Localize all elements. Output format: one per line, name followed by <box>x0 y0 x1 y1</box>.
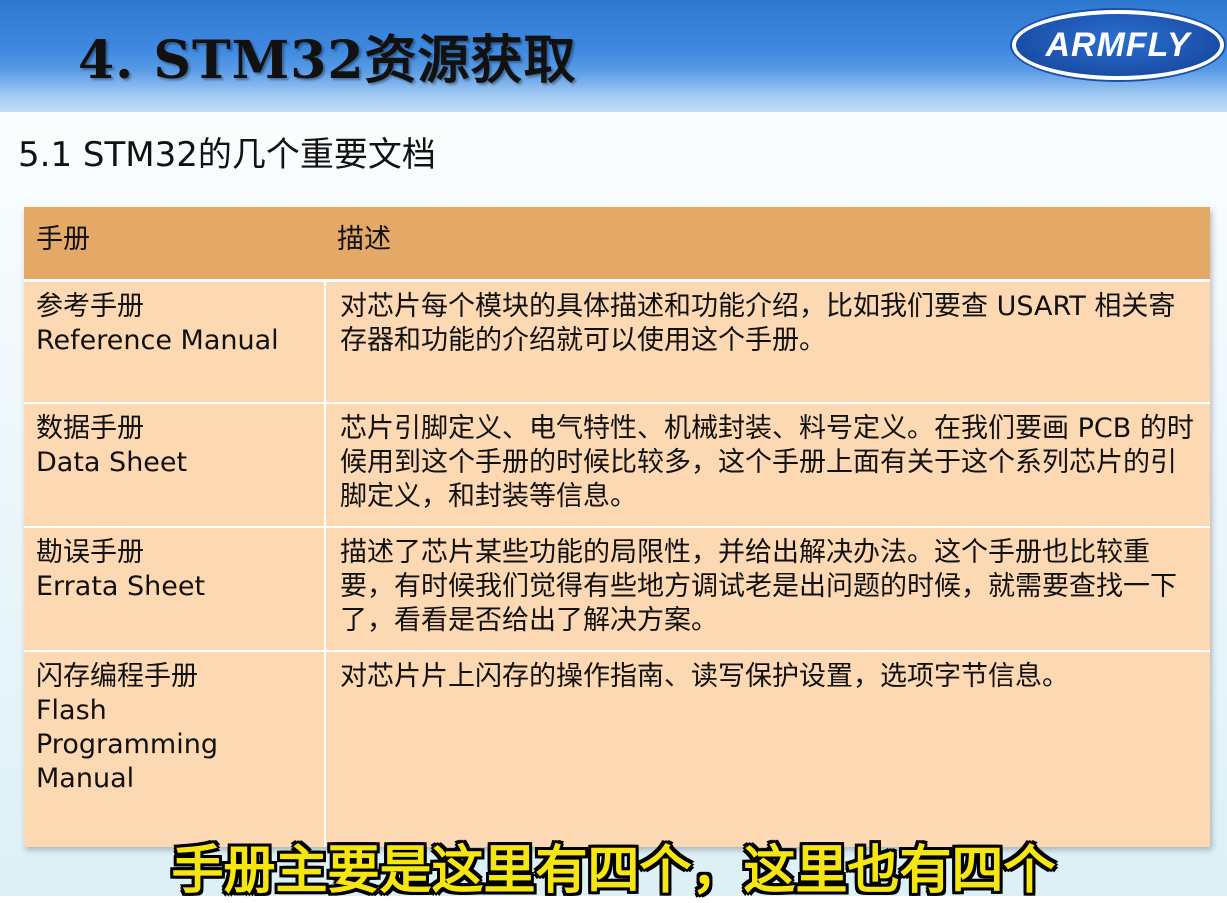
header-manual: 手册 <box>24 207 325 282</box>
manual-name-line: Programming <box>36 728 218 760</box>
manual-name-line: Flash <box>36 694 107 726</box>
manual-name-line: 数据手册 <box>36 412 144 444</box>
table-row: 数据手册 Data Sheet 芯片引脚定义、电气特性、机械封装、料号定义。在我… <box>24 401 1210 527</box>
slide-header: 4. STM32资源获取 ARMFLY <box>0 0 1227 112</box>
manual-name-cell: 数据手册 Data Sheet <box>24 401 326 527</box>
manual-name-line: Manual <box>36 762 135 794</box>
table-header-row: 手册 描述 <box>24 207 1210 282</box>
table-row: 参考手册 Reference Manual 对芯片每个模块的具体描述和功能介绍，… <box>24 279 1210 403</box>
section-subtitle: 5.1 STM32的几个重要文档 <box>18 135 436 175</box>
armfly-logo: ARMFLY <box>1012 10 1224 80</box>
table-row: 闪存编程手册 Flash Programming Manual 对芯片片上闪存的… <box>24 649 1210 847</box>
manual-name-line: Errata Sheet <box>36 570 206 602</box>
manual-description-cell: 芯片引脚定义、电气特性、机械封装、料号定义。在我们要画 PCB 的时候用到这个手… <box>325 401 1210 527</box>
manual-name-line: Reference Manual <box>36 325 279 356</box>
table-row: 勘误手册 Errata Sheet 描述了芯片某些功能的局限性，并给出解决办法。… <box>24 525 1210 651</box>
manual-name-line: 参考手册 <box>36 291 144 322</box>
header-description: 描述 <box>325 207 1210 282</box>
logo-text: ARMFLY <box>1045 25 1191 64</box>
manual-name-cell: 闪存编程手册 Flash Programming Manual <box>24 649 326 847</box>
manual-name-line: 闪存编程手册 <box>36 660 198 692</box>
manual-description-cell: 描述了芯片某些功能的局限性，并给出解决办法。这个手册也比较重要，有时候我们觉得有… <box>325 525 1210 651</box>
manual-name-cell: 参考手册 Reference Manual <box>24 279 326 403</box>
documents-table: 手册 描述 参考手册 Reference Manual 对芯片每个模块的具体描述… <box>24 207 1210 847</box>
manual-description-cell: 对芯片每个模块的具体描述和功能介绍，比如我们要查 USART 相关寄存器和功能的… <box>325 279 1210 403</box>
manual-name-line: 勘误手册 <box>36 536 144 568</box>
manual-description-cell: 对芯片片上闪存的操作指南、读写保护设置，选项字节信息。 <box>325 649 1210 847</box>
slide-title: 4. STM32资源获取 <box>78 30 577 91</box>
video-subtitle-caption: 手册主要是这里有四个，这里也有四个 <box>171 841 1056 901</box>
manual-name-line: Data Sheet <box>36 446 188 478</box>
manual-name-cell: 勘误手册 Errata Sheet <box>24 525 326 651</box>
